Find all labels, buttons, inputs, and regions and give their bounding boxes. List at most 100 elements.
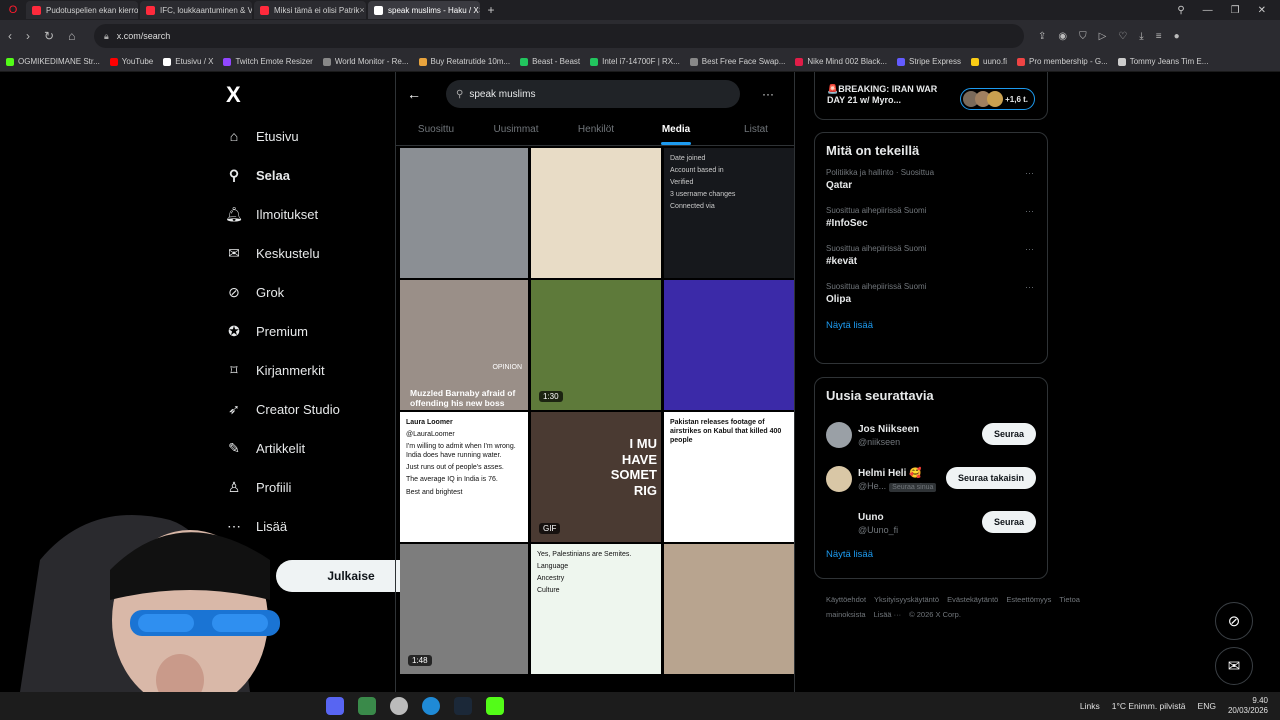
sidebar-item-etusivu[interactable]: ⌂ Etusivu [226, 128, 299, 144]
bookmark-item[interactable]: Buy Retatrutide 10m... [418, 57, 510, 66]
footer-link[interactable]: Käyttöehdot [826, 595, 866, 604]
follow-button[interactable]: Seuraa takaisin [945, 467, 1036, 489]
address-bar[interactable]: 🔒︎ x.com/search [94, 24, 1024, 48]
search-input[interactable]: ⚲ speak muslims [446, 80, 740, 108]
media-item[interactable]: 1:48 [400, 544, 528, 674]
bookmark-item[interactable]: Etusivu / X [163, 57, 213, 66]
media-item[interactable] [400, 148, 528, 278]
sidebar-item-premium[interactable]: ✪ Premium [226, 323, 308, 339]
tab-listat[interactable]: Listat [716, 116, 794, 145]
app-icon[interactable] [390, 697, 408, 715]
media-item[interactable]: Yes, Palestinians are Semites. Language An… [531, 544, 661, 674]
trend-more-icon[interactable]: ··· [1025, 282, 1034, 292]
minimize-button[interactable]: — [1203, 5, 1213, 16]
bookmark-item[interactable]: Twitch Emote Resizer [223, 57, 313, 66]
steam-icon[interactable] [454, 697, 472, 715]
follow-button[interactable]: Seuraa [981, 423, 1036, 445]
clock[interactable]: 9.40 20/03/2026 [1228, 696, 1268, 715]
browser-tab[interactable]: Miksi tämä ei olisi Patrik × [254, 1, 366, 19]
tab-henkilöt[interactable]: Henkilöt [556, 116, 636, 145]
footer-link[interactable]: Esteettömyys [1006, 595, 1051, 604]
media-item[interactable] [664, 544, 794, 674]
trend-item[interactable]: Suosittua aihepiirissä Suomi #kevät ··· [826, 244, 1036, 267]
bookmark-item[interactable]: World Monitor - Re... [322, 57, 409, 66]
trend-item[interactable]: Suosittua aihepiirissä Suomi Olipa ··· [826, 282, 1036, 305]
bookmark-item[interactable]: uuno.fi [971, 57, 1007, 66]
footer-link[interactable]: © 2026 X Corp. [909, 610, 961, 619]
maximize-button[interactable]: ❐ [1231, 5, 1240, 16]
sidebar-item-keskustelu[interactable]: ✉ Keskustelu [226, 245, 319, 261]
bookmark-item[interactable]: Stripe Express [896, 57, 961, 66]
play-icon[interactable]: ▷ [1099, 31, 1107, 42]
x-logo-icon[interactable]: X [226, 82, 241, 108]
back-icon[interactable]: ‹ [8, 29, 12, 43]
sidebar-item-grok[interactable]: ⊘ Grok [226, 284, 284, 300]
follow-suggestion[interactable]: Helmi Heli 🥰 @He... Seuraa sinua Seuraa tak… [826, 457, 1036, 501]
tab-media[interactable]: Media [636, 116, 716, 145]
follow-button[interactable]: Seuraa [981, 511, 1036, 533]
bookmark-item[interactable]: Pro membership - G... [1017, 57, 1108, 66]
media-item[interactable]: Laura Loomer @LauraLoomer I'm willing to a… [400, 412, 528, 542]
trending-show-more[interactable]: Näytä lisää [826, 320, 1036, 331]
weather-widget[interactable]: 1°C Enimm. pilvistä [1112, 701, 1186, 711]
forward-icon[interactable]: › [26, 29, 30, 43]
tab-uusimmat[interactable]: Uusimmat [476, 116, 556, 145]
download-icon[interactable]: ⤓ [1139, 31, 1143, 42]
footer-link[interactable]: Evästekäytäntö [947, 595, 998, 604]
trend-more-icon[interactable]: ··· [1025, 206, 1034, 216]
sidebar-item-creator studio[interactable]: ➶ Creator Studio [226, 401, 340, 417]
follow-suggestion[interactable]: Jos Niikseen @niikseen Seuraa [826, 413, 1036, 457]
trend-item[interactable]: Politiikka ja hallinto · Suosittua Qatar ·… [826, 168, 1036, 191]
profile-icon[interactable]: ● [1174, 31, 1180, 42]
bookmark-item[interactable]: Intel i7-14700F | RX... [590, 57, 680, 66]
sidebar-item-kirjanmerkit[interactable]: ⌑ Kirjanmerkit [226, 362, 324, 378]
media-item[interactable]: Date joined Account based in Verified 3 use… [664, 148, 794, 278]
share-icon[interactable]: ⇪ [1038, 31, 1046, 42]
footer-link[interactable]: Lisää ··· [874, 610, 902, 619]
live-space-card[interactable]: 🚨BREAKING: IRAN WAR DAY 21 w/ Myro... +1… [814, 72, 1048, 120]
shield-icon[interactable]: ⛉ [1079, 31, 1087, 42]
links-toolbar[interactable]: Links [1080, 701, 1100, 711]
close-tab-icon[interactable]: × [359, 5, 364, 15]
grok-fab-icon[interactable]: ⊘ [1215, 602, 1253, 640]
close-tab-icon[interactable]: × [479, 5, 480, 15]
avatar[interactable] [826, 510, 852, 536]
language-indicator[interactable]: ENG [1198, 701, 1216, 711]
sidebar-item-artikkelit[interactable]: ✎ Artikkelit [226, 440, 305, 456]
follow-suggestion[interactable]: Uuno @Uuno_fi Seuraa [826, 501, 1036, 545]
bookmark-item[interactable]: OGMIKEDIMANE Str... [6, 57, 100, 66]
sidebar-item-ilmoitukset[interactable]: 🔔︎ Ilmoitukset [225, 206, 318, 222]
bookmark-item[interactable]: YouTube [109, 57, 153, 66]
media-item[interactable] [531, 148, 661, 278]
media-item[interactable]: GIF I MU HAVE SOMET RIG [531, 412, 661, 542]
opera-logo-icon[interactable]: O [0, 0, 26, 20]
more-options-icon[interactable]: ··· [762, 87, 774, 101]
trend-more-icon[interactable]: ··· [1025, 244, 1034, 254]
media-item[interactable]: OPINION Muzzled Barnaby afraid of offendi… [400, 280, 528, 410]
tab-suosittu[interactable]: Suosittu [396, 116, 476, 145]
media-item[interactable]: 1:30 [531, 280, 661, 410]
bookmark-item[interactable]: Tommy Jeans Tim E... [1117, 57, 1208, 66]
close-window-button[interactable]: ✕ [1258, 5, 1266, 16]
trend-item[interactable]: Suosittua aihepiirissä Suomi #InfoSec ··· [826, 206, 1036, 229]
messages-fab-icon[interactable]: ✉ [1215, 647, 1253, 685]
back-arrow-icon[interactable]: ← [396, 86, 432, 102]
sidebar-item-selaa[interactable]: ⚲ Selaa [226, 167, 290, 183]
avatar[interactable] [826, 466, 852, 492]
menu-icon[interactable]: ≡ [1156, 31, 1162, 42]
new-tab-button[interactable]: + [482, 3, 500, 17]
sidebar-item-profiili[interactable]: ♙ Profiili [226, 479, 292, 495]
app-icon[interactable] [358, 697, 376, 715]
browser-tab[interactable]: speak muslims - Haku / X× [368, 1, 480, 19]
browser-tab[interactable]: IFC, loukkaantuminen & V× [140, 1, 252, 19]
follow-show-more[interactable]: Näytä lisää [826, 549, 1036, 560]
footer-link[interactable]: Yksityisyyskäytäntö [874, 595, 939, 604]
media-item[interactable]: Pakistan releases footage of airstrikes … [664, 412, 794, 542]
trend-more-icon[interactable]: ··· [1025, 168, 1034, 178]
browser-tab[interactable]: Pudotuspelien ekan kierro× [26, 1, 138, 19]
search-tabs-icon[interactable]: ⚲ [1177, 5, 1184, 16]
edge-icon[interactable] [422, 697, 440, 715]
media-item[interactable] [664, 280, 794, 410]
avatar[interactable] [826, 422, 852, 448]
bookmark-item[interactable]: Best Free Face Swap... [689, 57, 785, 66]
